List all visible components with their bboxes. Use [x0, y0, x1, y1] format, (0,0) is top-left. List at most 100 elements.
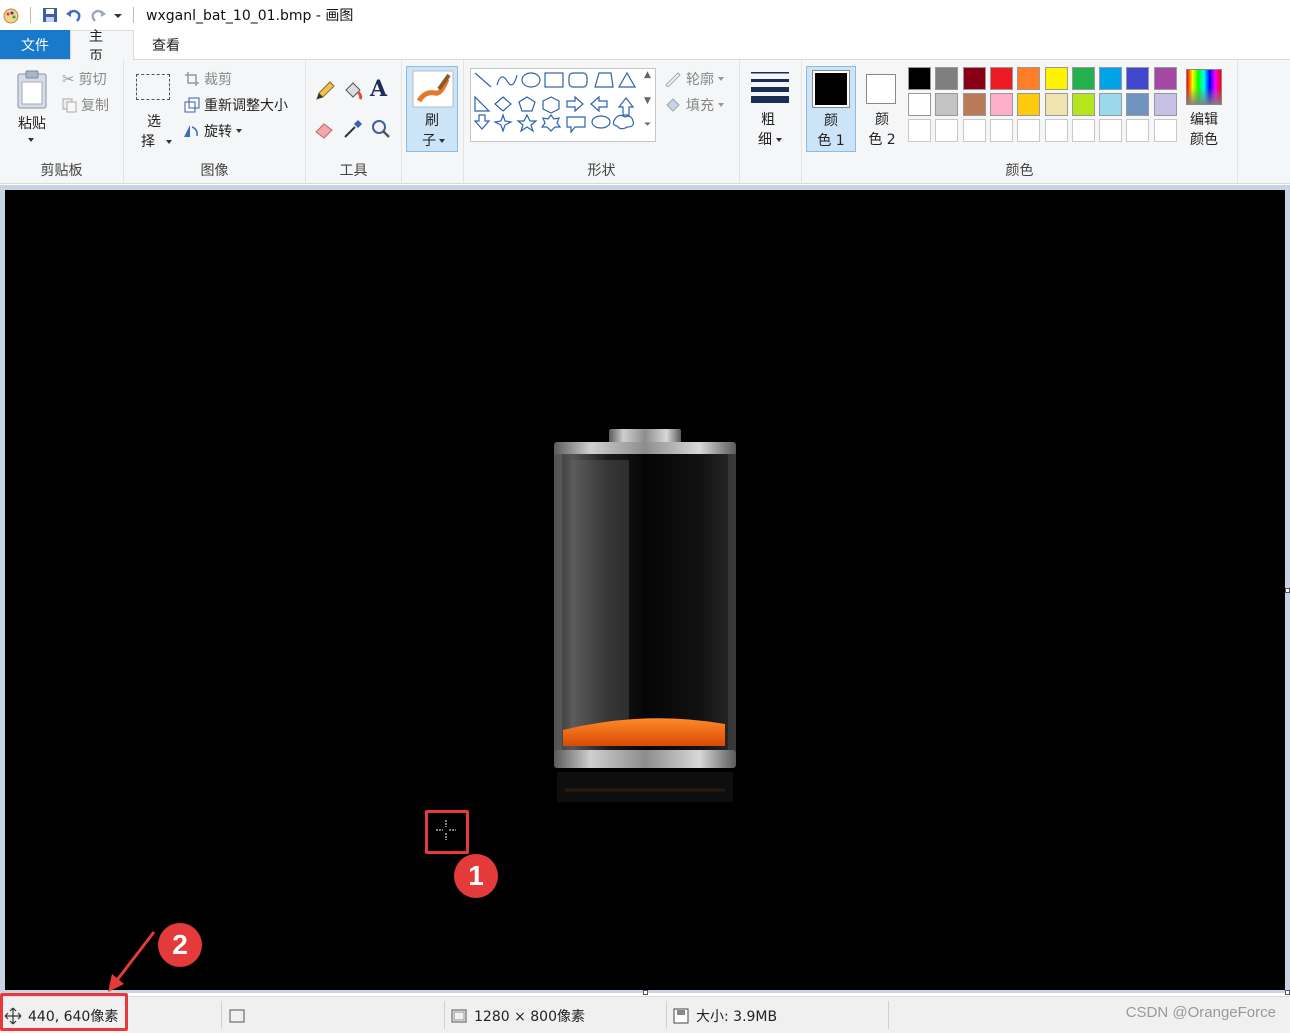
size-label-top: 粗	[761, 112, 775, 128]
copy-button[interactable]: 复制	[62, 95, 109, 115]
palette-custom-slot[interactable]	[1044, 119, 1068, 142]
chevron-down-icon	[718, 77, 724, 81]
drawing-canvas[interactable]	[5, 190, 1285, 990]
palette-color-swatch[interactable]	[1071, 93, 1095, 116]
size-button[interactable]: 粗 细	[746, 66, 796, 152]
undo-icon[interactable]	[65, 6, 83, 24]
palette-custom-slot[interactable]	[1071, 119, 1095, 142]
shapes-scroll-up[interactable]: ▲	[644, 70, 654, 92]
tab-view[interactable]: 查看	[134, 30, 198, 59]
marker-2: 2	[158, 923, 202, 967]
file-size: 大小: 3.9MB	[696, 1008, 778, 1025]
color2-swatch	[866, 74, 896, 104]
chevron-down-icon	[439, 139, 445, 143]
title-bar: wxganl_bat_10_01.bmp - 画图	[0, 0, 1290, 30]
separator	[133, 7, 134, 23]
palette-color-swatch[interactable]	[935, 93, 959, 116]
color1-button[interactable]: 颜 色 1	[806, 66, 856, 152]
palette-color-swatch[interactable]	[1126, 93, 1150, 116]
palette-custom-slot[interactable]	[1017, 119, 1041, 142]
shapes-gallery[interactable]	[470, 68, 656, 142]
brushes-label-top: 刷	[425, 113, 439, 129]
ribbon: 粘贴 ✂ 剪切 复制 剪贴板 选 择 裁剪 重新调整大小 旋转 图像 A 工具 …	[0, 60, 1290, 184]
crop-label: 裁剪	[204, 72, 232, 88]
brushes-button[interactable]: 刷 子	[406, 66, 458, 152]
chevron-down-icon	[166, 140, 172, 144]
status-divider	[888, 1001, 889, 1029]
canvas-workspace	[0, 185, 1290, 995]
outline-icon	[665, 72, 681, 87]
palette-color-swatch[interactable]	[989, 67, 1013, 90]
line-width-icon	[751, 72, 789, 103]
palette-custom-slot[interactable]	[908, 119, 931, 142]
fill-button[interactable]: 填充	[664, 95, 724, 115]
group-image: 选 择 裁剪 重新调整大小 旋转 图像	[124, 60, 306, 184]
tab-file[interactable]: 文件	[0, 30, 70, 59]
edit-colors-button[interactable]: 编辑 颜色	[1180, 66, 1230, 152]
cut-button[interactable]: ✂ 剪切	[62, 69, 107, 89]
color-picker-icon[interactable]	[342, 118, 364, 140]
outline-button[interactable]: 轮廓	[664, 69, 724, 89]
outline-label: 轮廓	[686, 72, 714, 88]
magnifier-icon[interactable]	[370, 118, 392, 140]
palette-color-swatch[interactable]	[935, 67, 959, 90]
shapes-more[interactable]: ⏷	[644, 120, 654, 140]
selection-icon	[229, 1009, 245, 1022]
resize-button[interactable]: 重新调整大小	[184, 95, 288, 115]
palette-color-swatch[interactable]	[1126, 67, 1150, 90]
palette-color-swatch[interactable]	[1044, 93, 1068, 116]
cursor-highlight-box	[425, 810, 469, 854]
palette-custom-slot[interactable]	[1099, 119, 1123, 142]
eraser-icon[interactable]	[314, 118, 336, 140]
crop-icon	[185, 72, 199, 86]
palette-color-swatch[interactable]	[908, 67, 931, 90]
resize-handle-bottom[interactable]	[643, 990, 648, 995]
rotate-label: 旋转	[204, 124, 232, 140]
colors-group-label: 颜色	[1005, 163, 1034, 179]
palette-custom-slot[interactable]	[1126, 119, 1150, 142]
quick-access-toolbar	[0, 6, 138, 24]
image-size: 1280 × 800像素	[474, 1008, 585, 1025]
palette-color-swatch[interactable]	[962, 93, 986, 116]
text-icon[interactable]: A	[370, 76, 387, 102]
palette-custom-slot[interactable]	[989, 119, 1013, 142]
palette-custom-slot[interactable]	[962, 119, 986, 142]
rotate-button[interactable]: 旋转	[182, 121, 242, 141]
save-icon[interactable]	[41, 6, 59, 24]
palette-color-swatch[interactable]	[1099, 67, 1123, 90]
tab-home[interactable]: 主页	[70, 29, 134, 65]
crop-button[interactable]: 裁剪	[184, 69, 232, 89]
palette-color-swatch[interactable]	[1099, 93, 1123, 116]
battery-image	[554, 429, 736, 802]
clipboard-group-label: 剪贴板	[40, 163, 83, 179]
color2-label-bottom: 色 2	[868, 132, 896, 148]
palette-color-swatch[interactable]	[1071, 67, 1095, 90]
palette-color-swatch[interactable]	[962, 67, 986, 90]
resize-icon	[184, 97, 200, 113]
file-size-cell: 大小: 3.9MB	[672, 997, 777, 1033]
palette-color-swatch[interactable]	[1153, 93, 1177, 116]
color2-button[interactable]: 颜 色 2	[860, 66, 904, 152]
chevron-down-icon	[718, 103, 724, 107]
palette-color-swatch[interactable]	[908, 93, 931, 116]
customize-chevron-icon[interactable]	[113, 6, 123, 24]
resize-handle-corner[interactable]	[1285, 990, 1290, 995]
pencil-icon[interactable]	[314, 80, 336, 102]
group-shapes: ▲ ▼ ⏷ 轮廓 填充 形状	[464, 60, 740, 184]
palette-custom-slot[interactable]	[935, 119, 959, 142]
palette-color-swatch[interactable]	[1153, 67, 1177, 90]
fill-bucket-icon[interactable]	[342, 80, 364, 102]
paste-icon	[17, 70, 47, 109]
resize-handle-right[interactable]	[1285, 588, 1290, 593]
redo-icon[interactable]	[89, 6, 107, 24]
palette-custom-slot[interactable]	[1153, 119, 1177, 142]
palette-color-swatch[interactable]	[989, 93, 1013, 116]
paint-app-icon[interactable]	[2, 6, 20, 24]
palette-color-swatch[interactable]	[1044, 67, 1068, 90]
palette-color-swatch[interactable]	[1017, 67, 1041, 90]
shapes-scroll-down[interactable]: ▼	[644, 96, 654, 118]
select-button[interactable]: 选 择	[132, 68, 176, 154]
group-clipboard: 粘贴 ✂ 剪切 复制 剪贴板	[0, 60, 124, 184]
palette-color-swatch[interactable]	[1017, 93, 1041, 116]
paste-button[interactable]: 粘贴	[10, 66, 54, 152]
